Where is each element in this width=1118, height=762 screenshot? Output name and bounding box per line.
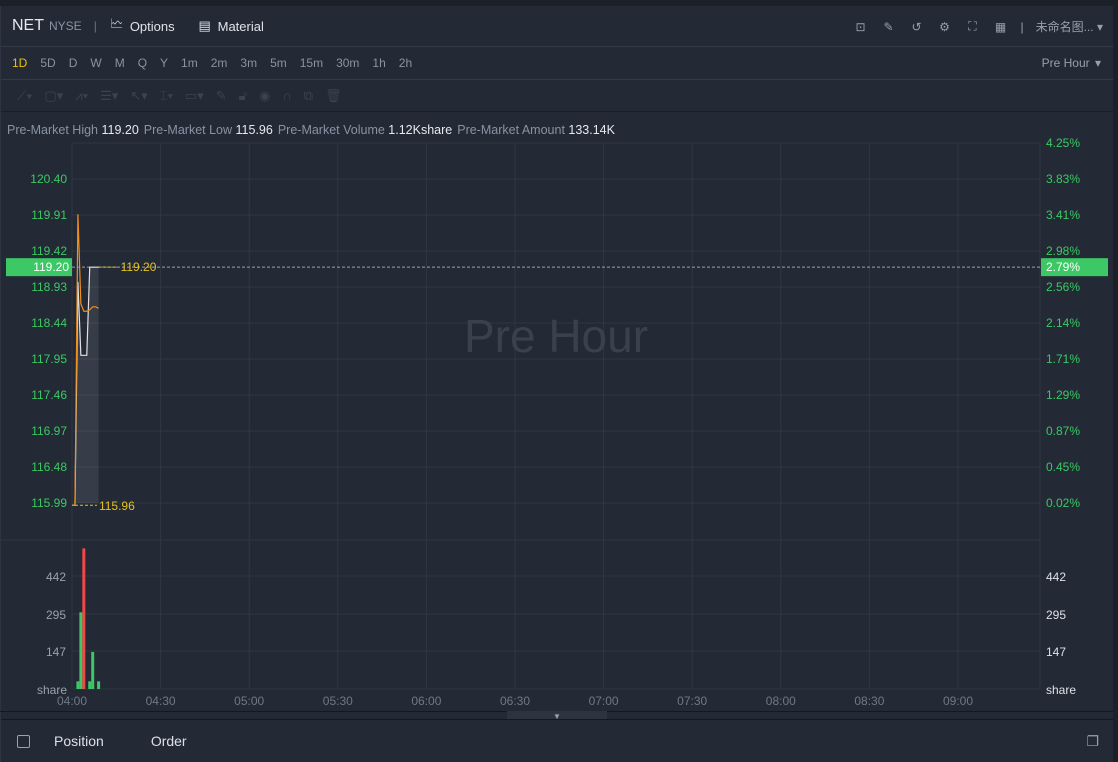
volume-tick-right: 147 bbox=[1046, 645, 1066, 659]
pct-tick: 2.56% bbox=[1046, 280, 1080, 294]
pct-tick: 2.14% bbox=[1046, 316, 1080, 330]
volume-bar bbox=[97, 681, 101, 689]
time-tick: 07:00 bbox=[589, 694, 619, 708]
time-tick: 04:30 bbox=[146, 694, 176, 708]
price-tick: 117.95 bbox=[31, 352, 67, 366]
high-label: 119.20 bbox=[121, 260, 157, 274]
volume-tick: 147 bbox=[46, 645, 66, 659]
volume-bar bbox=[91, 651, 95, 689]
price-tick: 115.99 bbox=[31, 496, 67, 510]
time-tick: 06:00 bbox=[411, 694, 441, 708]
pct-tick: 0.87% bbox=[1046, 424, 1080, 438]
pct-tick: 2.98% bbox=[1046, 244, 1080, 258]
time-tick: 06:30 bbox=[500, 694, 530, 708]
volume-tick: 442 bbox=[46, 570, 66, 584]
volume-tick-right: 442 bbox=[1046, 570, 1066, 584]
current-price: 119.20 bbox=[33, 260, 69, 274]
pct-tick: 3.41% bbox=[1046, 208, 1080, 222]
current-pct: 2.79% bbox=[1046, 260, 1080, 274]
pct-tick: 1.29% bbox=[1046, 388, 1080, 402]
volume-unit: share bbox=[37, 683, 67, 697]
price-tick: 119.91 bbox=[31, 208, 67, 222]
volume-unit-right: share bbox=[1046, 683, 1076, 697]
pct-tick: 1.71% bbox=[1046, 352, 1080, 366]
time-tick: 05:30 bbox=[323, 694, 353, 708]
watermark: Pre Hour bbox=[464, 310, 648, 362]
volume-bar bbox=[76, 681, 80, 689]
chevron-down-icon: ▼ bbox=[553, 712, 561, 721]
pct-tick: 4.25% bbox=[1046, 136, 1080, 150]
time-tick: 09:00 bbox=[943, 694, 973, 708]
pct-tick: 0.02% bbox=[1046, 496, 1080, 510]
price-tick: 120.40 bbox=[30, 172, 67, 186]
price-tick: 116.48 bbox=[31, 460, 67, 474]
chart-frame bbox=[71, 142, 1041, 690]
low-label: 115.96 bbox=[99, 499, 135, 513]
price-tick: 116.97 bbox=[31, 424, 67, 438]
pct-tick: 3.83% bbox=[1046, 172, 1080, 186]
volume-bar bbox=[79, 612, 83, 689]
pct-tick: 0.45% bbox=[1046, 460, 1080, 474]
price-tick: 117.46 bbox=[31, 388, 67, 402]
price-tick: 118.44 bbox=[31, 316, 67, 330]
price-chart[interactable]: 04:00 04:30 05:00 05:30 06:00 06:30 07:00 07:30… bbox=[0, 0, 1118, 762]
time-tick: 05:00 bbox=[234, 694, 264, 708]
volume-tick-right: 295 bbox=[1046, 608, 1066, 622]
volume-tick: 295 bbox=[46, 608, 66, 622]
volume-bar bbox=[82, 548, 86, 689]
volume-bar bbox=[88, 681, 92, 689]
price-tick: 118.93 bbox=[31, 280, 67, 294]
time-tick: 08:00 bbox=[766, 694, 796, 708]
time-tick: 08:30 bbox=[854, 694, 884, 708]
time-tick: 07:30 bbox=[677, 694, 707, 708]
price-tick: 119.42 bbox=[31, 244, 67, 258]
